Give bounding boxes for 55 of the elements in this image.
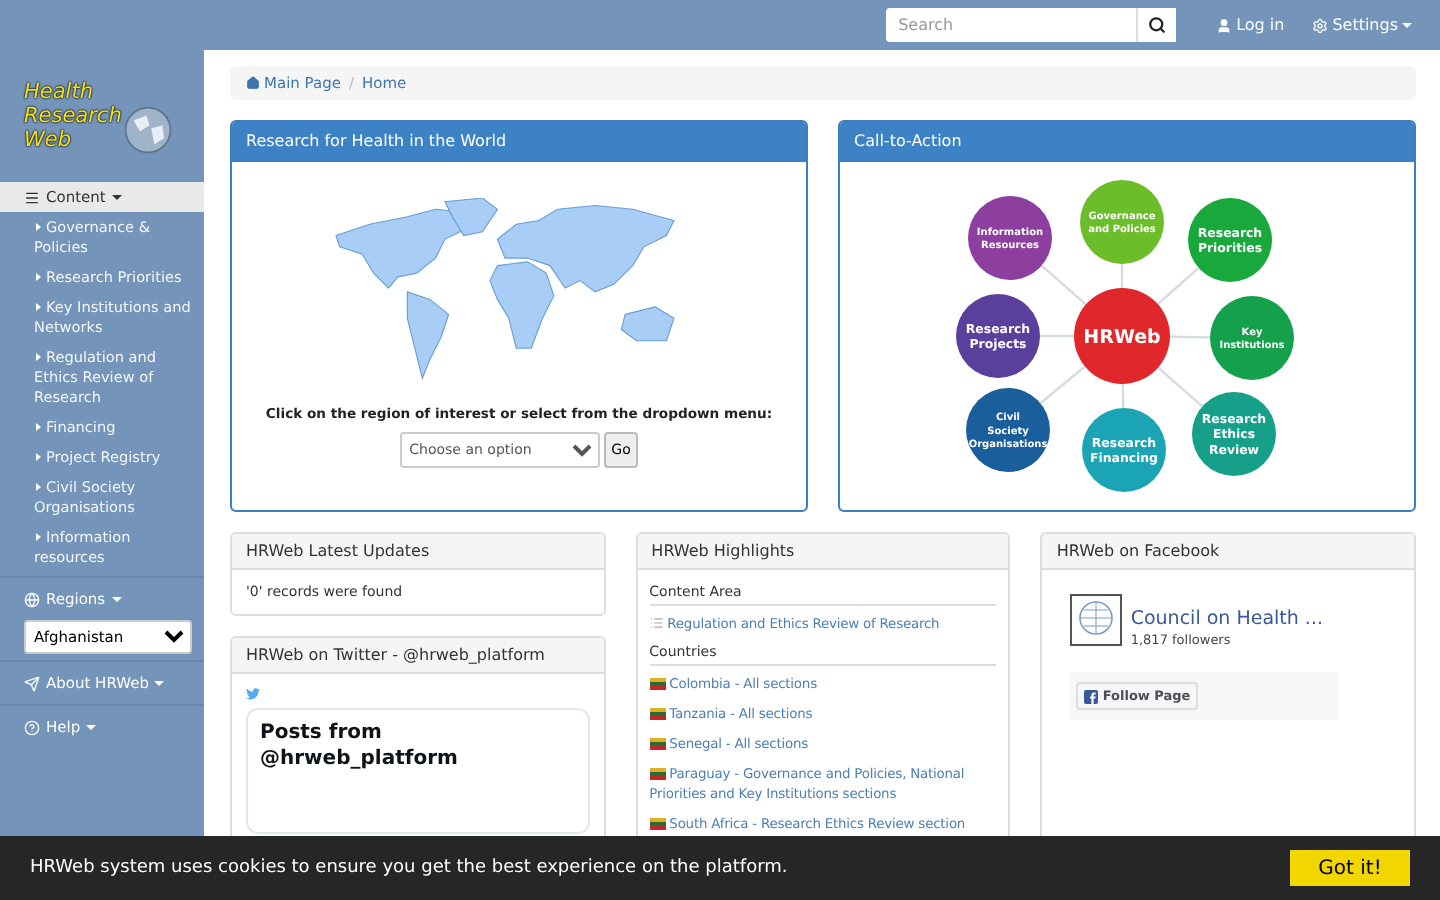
- connector-line: [1120, 383, 1124, 409]
- globe-icon: [24, 591, 40, 607]
- caret-icon: [154, 678, 165, 688]
- menu-icon: [24, 189, 40, 205]
- globe-logo-icon: [1070, 594, 1123, 646]
- panel-title: HRWeb Highlights: [637, 534, 1009, 570]
- search-icon: [1148, 16, 1167, 34]
- flag-icon: [649, 768, 666, 780]
- hub-node[interactable]: HRWeb: [1073, 288, 1169, 384]
- facebook-icon: [1084, 689, 1099, 703]
- caret-icon: [34, 482, 42, 492]
- caret-icon: [34, 272, 42, 282]
- flag-icon: [649, 738, 666, 750]
- list-icon: [649, 616, 664, 630]
- settings-icon: [1312, 17, 1329, 33]
- caret-icon: [111, 192, 122, 202]
- connector-line: [1119, 264, 1123, 288]
- panel-title: HRWeb on Twitter - @hrweb_platform: [232, 638, 604, 674]
- panel-title: Call-to-Action: [840, 122, 1414, 162]
- caret-icon: [34, 302, 42, 312]
- page-name-link[interactable]: Council on Health ...: [1130, 608, 1323, 630]
- search-field[interactable]: Search: [886, 8, 1137, 42]
- panel-title: HRWeb on Facebook: [1042, 534, 1415, 570]
- connector-line: [1039, 264, 1086, 306]
- caret-icon: [34, 352, 42, 362]
- panel-title: HRWeb Latest Updates: [232, 534, 604, 570]
- connector-line: [1168, 335, 1209, 339]
- got-it-button[interactable]: Got it!: [1290, 850, 1410, 886]
- flag-icon: [649, 818, 666, 830]
- help-icon: [24, 719, 40, 735]
- connector-line: [1156, 267, 1199, 305]
- caret-icon: [34, 532, 42, 542]
- send-icon: [24, 675, 40, 691]
- panel-title: Research for Health in the World: [232, 122, 806, 162]
- settings-menu[interactable]: Settings: [1312, 16, 1412, 34]
- tweet-card-title: Posts from @hrweb_platform: [260, 722, 460, 772]
- cookie-message: HRWeb system uses cookies to ensure you get the best experience on the platform.: [30, 858, 788, 878]
- caret-icon: [1402, 20, 1412, 30]
- bird-icon: [246, 688, 260, 700]
- connector-line: [1038, 365, 1085, 405]
- caret-icon: [34, 452, 42, 462]
- caret-icon: [34, 222, 42, 232]
- caret-icon: [111, 594, 122, 604]
- globe-icon: [123, 106, 172, 154]
- login-link[interactable]: Log in: [1216, 16, 1285, 34]
- caret-icon: [86, 722, 97, 732]
- flag-icon: [649, 708, 666, 720]
- flag-icon: [649, 678, 666, 690]
- connector-line: [1039, 334, 1073, 338]
- logo-text: Health Research Web: [24, 80, 122, 152]
- search-button[interactable]: [1136, 8, 1177, 42]
- connector-line: [1156, 366, 1203, 408]
- caret-icon: [34, 422, 42, 432]
- user-icon: [1216, 17, 1233, 33]
- home-icon: [246, 76, 260, 90]
